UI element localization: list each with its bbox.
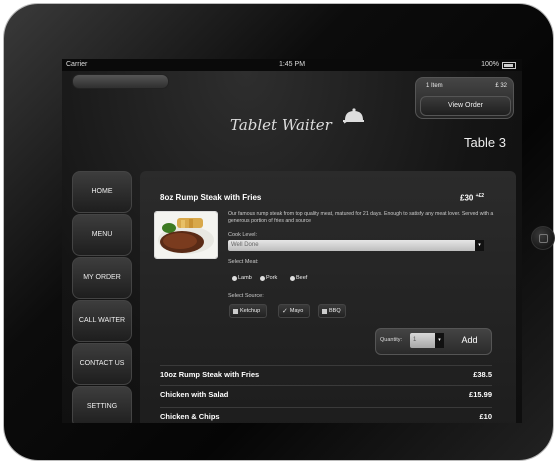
view-order-button[interactable]: View Order bbox=[420, 96, 511, 116]
meat-option-label: Lamb bbox=[238, 275, 252, 281]
app-background: 1 Item £ 32 View Order Tablet Waiter Tab… bbox=[62, 71, 522, 423]
app-screen: Carrier 1:45 PM 100% 1 Item £ 32 View Or… bbox=[62, 59, 522, 423]
checkbox-icon bbox=[233, 308, 238, 314]
select-meat-label: Select Meat: bbox=[228, 259, 259, 265]
selected-item-price: £30 +£2 bbox=[460, 193, 484, 203]
source-option-label: BBQ bbox=[329, 308, 341, 314]
quantity-label: Quantity: bbox=[380, 337, 403, 343]
radio-icon bbox=[260, 275, 265, 281]
table-number-label: Table 3 bbox=[464, 135, 506, 150]
selected-item-description: Our famous rump steak from top quality m… bbox=[228, 211, 494, 224]
menu-panel: 8oz Rump Steak with Fries £30 +£2 Our fa… bbox=[140, 171, 516, 423]
meat-option-beef[interactable]: Beef bbox=[290, 275, 307, 281]
dropdown-arrow-icon: ▾ bbox=[435, 333, 444, 348]
nav-menu-button[interactable]: MENU bbox=[72, 214, 132, 256]
status-bar: Carrier 1:45 PM 100% bbox=[62, 59, 522, 71]
app-logo: Tablet Waiter bbox=[230, 116, 332, 134]
battery-icon bbox=[502, 61, 516, 69]
top-pill-button[interactable] bbox=[72, 74, 169, 89]
price-extra: +£2 bbox=[475, 193, 485, 199]
source-option-label: Ketchup bbox=[240, 308, 261, 314]
battery-indicator: 100% bbox=[481, 59, 516, 71]
menu-item-name: Chicken with Salad bbox=[160, 390, 229, 399]
source-option-label: Mayo bbox=[289, 308, 304, 314]
steak-image bbox=[154, 211, 218, 259]
add-button[interactable]: Add bbox=[452, 333, 487, 348]
cook-level-value: Well Done bbox=[231, 242, 259, 248]
tablet-home-button[interactable] bbox=[531, 226, 555, 250]
menu-item-price: £38.5 bbox=[473, 370, 492, 379]
menu-item-price: £15.99 bbox=[469, 390, 492, 399]
menu-item-row[interactable]: Chicken & Chips £10 bbox=[160, 407, 492, 423]
meat-option-label: Beef bbox=[296, 275, 308, 281]
menu-item-price: £10 bbox=[479, 412, 492, 421]
meat-option-lamb[interactable]: Lamb bbox=[232, 275, 252, 281]
battery-percent: 100% bbox=[481, 61, 499, 68]
selected-item-name: 8oz Rump Steak with Fries bbox=[160, 193, 262, 202]
cook-level-select[interactable]: Well Done ▾ bbox=[228, 240, 484, 251]
price-value: £30 bbox=[460, 193, 474, 203]
nav-setting-button[interactable]: SETTING bbox=[72, 386, 132, 423]
cart-summary: 1 Item £ 32 View Order bbox=[415, 77, 514, 119]
home-square-icon bbox=[539, 234, 548, 243]
dropdown-arrow-icon: ▾ bbox=[475, 240, 484, 251]
nav-contact-us-button[interactable]: CONTACT US bbox=[72, 343, 132, 385]
checkmark-icon: ✓ bbox=[282, 308, 288, 315]
nav-home-button[interactable]: HOME bbox=[72, 171, 132, 213]
cook-level-label: Cook Level: bbox=[228, 232, 258, 238]
select-source-label: Select Source: bbox=[228, 293, 264, 299]
menu-item-name: Chicken & Chips bbox=[160, 412, 220, 421]
menu-item-row[interactable]: 10oz Rump Steak with Fries £38.5 bbox=[160, 365, 492, 384]
nav-call-waiter-button[interactable]: CALL WAITER bbox=[72, 300, 132, 342]
status-time: 1:45 PM bbox=[278, 61, 306, 68]
source-option-bbq[interactable]: BBQ bbox=[318, 304, 346, 318]
tablet-frame: Carrier 1:45 PM 100% 1 Item £ 32 View Or… bbox=[4, 4, 555, 460]
cart-item-count: 1 Item bbox=[426, 83, 443, 89]
add-to-order-bar: Quantity: 1 ▾ Add bbox=[375, 328, 492, 355]
quantity-select[interactable]: 1 ▾ bbox=[410, 333, 444, 348]
menu-item-name: 10oz Rump Steak with Fries bbox=[160, 370, 260, 379]
radio-icon bbox=[290, 275, 295, 281]
cart-total: £ 32 bbox=[495, 83, 507, 89]
checkbox-icon bbox=[322, 308, 327, 314]
meat-option-pork[interactable]: Pork bbox=[260, 275, 277, 281]
meat-option-label: Pork bbox=[266, 275, 278, 281]
radio-icon bbox=[232, 275, 237, 281]
source-option-mayo[interactable]: ✓ Mayo bbox=[278, 304, 310, 318]
nav-my-order-button[interactable]: MY ORDER bbox=[72, 257, 132, 299]
menu-item-row[interactable]: Chicken with Salad £15.99 bbox=[160, 385, 492, 404]
quantity-value: 1 bbox=[413, 337, 417, 343]
source-option-ketchup[interactable]: Ketchup bbox=[229, 304, 267, 318]
cloche-icon bbox=[343, 108, 364, 124]
